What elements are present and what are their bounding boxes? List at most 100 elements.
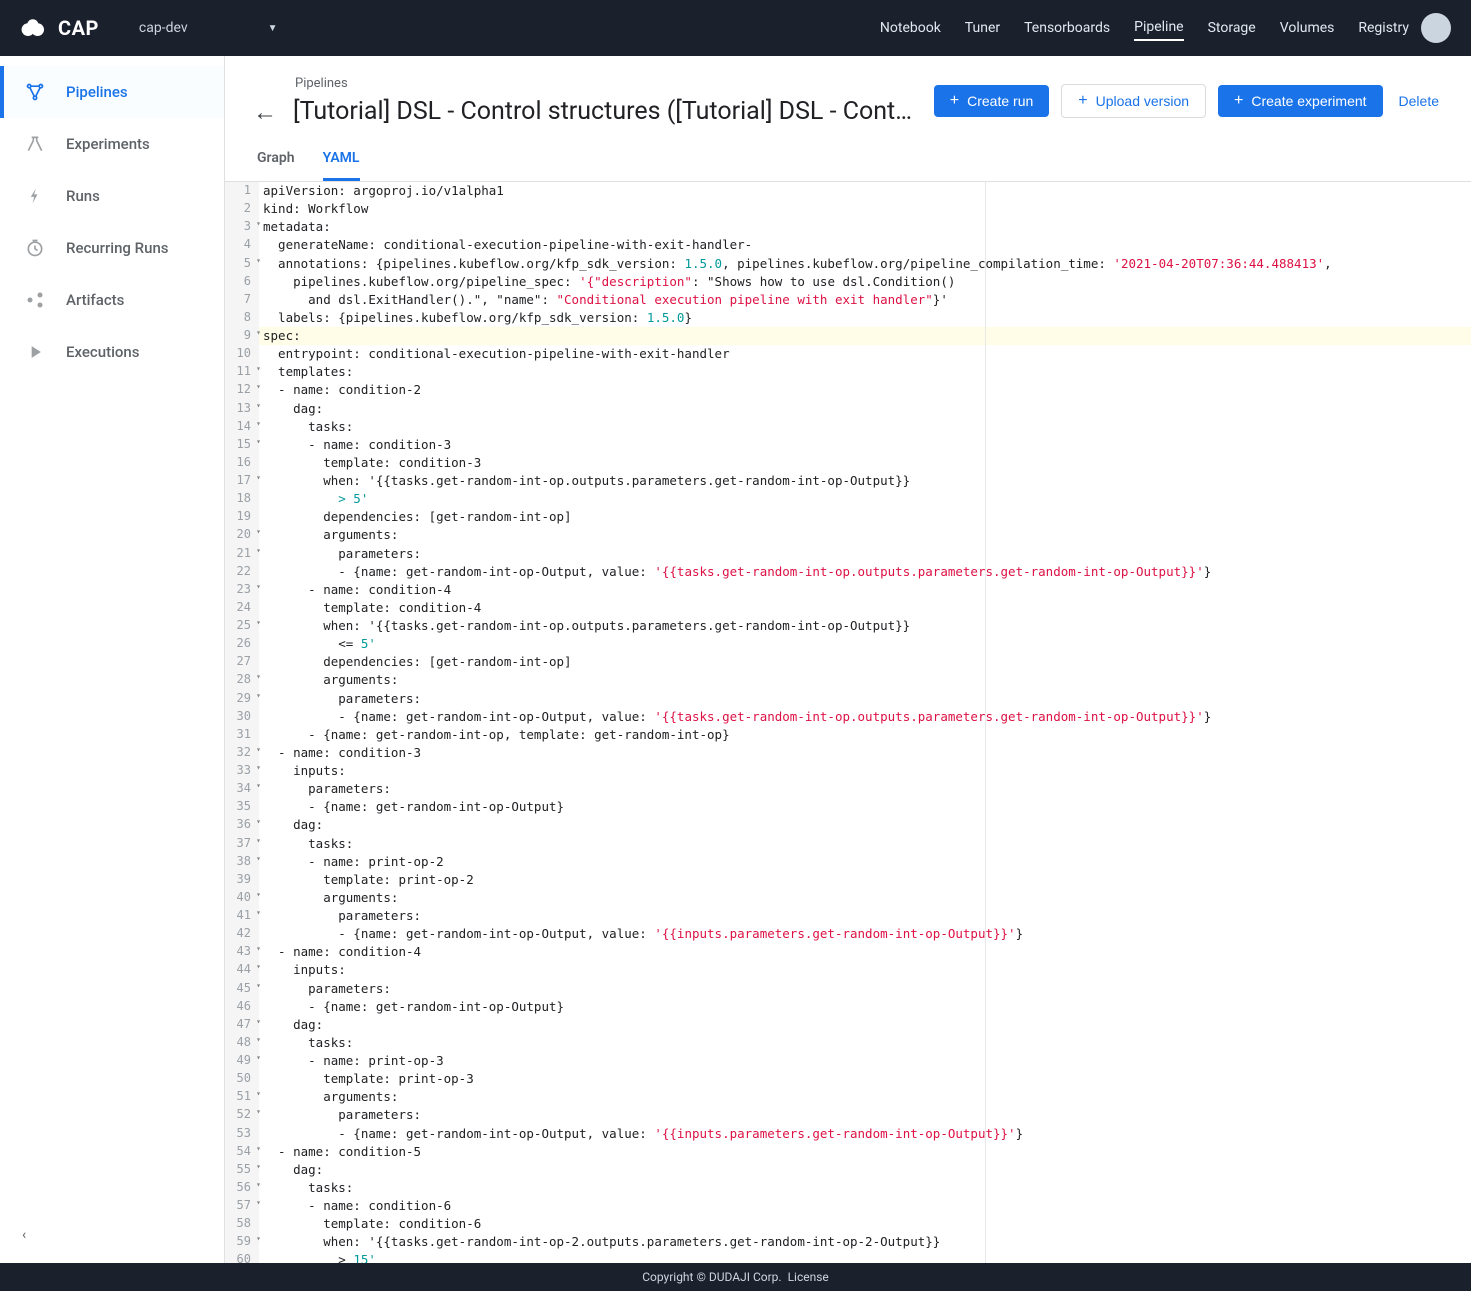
line-number: 36 <box>225 816 259 834</box>
code-line[interactable]: inputs: <box>259 762 1471 780</box>
top-nav-notebook[interactable]: Notebook <box>880 16 941 40</box>
top-nav-volumes[interactable]: Volumes <box>1280 16 1335 40</box>
create-experiment-button[interactable]: +Create experiment <box>1218 85 1383 117</box>
top-nav-tensorboards[interactable]: Tensorboards <box>1024 16 1110 40</box>
code-line[interactable]: parameters: <box>259 907 1471 925</box>
line-number: 12 <box>225 381 259 399</box>
code-line[interactable]: - {name: get-random-int-op-Output, value… <box>259 1125 1471 1143</box>
code-line[interactable]: when: '{{tasks.get-random-int-op-2.outpu… <box>259 1233 1471 1251</box>
code-line[interactable]: inputs: <box>259 961 1471 979</box>
code-line[interactable]: template: condition-3 <box>259 454 1471 472</box>
line-number: 33 <box>225 762 259 780</box>
code-line[interactable]: tasks: <box>259 1179 1471 1197</box>
sidebar-item-runs[interactable]: Runs <box>0 170 224 222</box>
create-run-button[interactable]: +Create run <box>934 85 1050 117</box>
code-line[interactable]: tasks: <box>259 835 1471 853</box>
code-line[interactable]: - {name: get-random-int-op-Output, value… <box>259 708 1471 726</box>
code-line[interactable]: templates: <box>259 363 1471 381</box>
top-nav-tuner[interactable]: Tuner <box>965 16 1000 40</box>
code-line[interactable]: arguments: <box>259 1088 1471 1106</box>
code-line[interactable]: dag: <box>259 1161 1471 1179</box>
code-line[interactable]: - {name: get-random-int-op-Output, value… <box>259 925 1471 943</box>
code-line[interactable]: - name: condition-6 <box>259 1197 1471 1215</box>
code-line[interactable]: <= 5' <box>259 635 1471 653</box>
code-line[interactable]: template: condition-6 <box>259 1215 1471 1233</box>
upload-version-button[interactable]: +Upload version <box>1061 84 1206 118</box>
tab-graph[interactable]: Graph <box>257 150 295 181</box>
code-line[interactable]: and dsl.ExitHandler().", "name": "Condit… <box>259 291 1471 309</box>
code-line[interactable]: spec: <box>259 327 1471 345</box>
editor-ruler <box>985 182 986 1263</box>
line-number: 59 <box>225 1233 259 1251</box>
delete-label: Delete <box>1399 93 1439 109</box>
code-line[interactable]: - name: condition-4 <box>259 943 1471 961</box>
experiment-icon <box>24 133 46 155</box>
footer-license-link[interactable]: License <box>788 1270 829 1284</box>
code-line[interactable]: when: '{{tasks.get-random-int-op.outputs… <box>259 617 1471 635</box>
code-line[interactable]: labels: {pipelines.kubeflow.org/kfp_sdk_… <box>259 309 1471 327</box>
code-line[interactable]: - name: condition-4 <box>259 581 1471 599</box>
top-nav-registry[interactable]: Registry <box>1358 16 1409 40</box>
code-line[interactable]: dag: <box>259 400 1471 418</box>
code-line[interactable]: dag: <box>259 1016 1471 1034</box>
code-line[interactable]: dag: <box>259 816 1471 834</box>
code-line[interactable]: parameters: <box>259 780 1471 798</box>
line-number: 38 <box>225 853 259 871</box>
code-line[interactable]: - name: condition-5 <box>259 1143 1471 1161</box>
code-line[interactable]: arguments: <box>259 889 1471 907</box>
workspace-name[interactable]: cap-dev <box>139 20 188 36</box>
delete-button[interactable]: Delete <box>1395 85 1443 117</box>
line-number: 49 <box>225 1052 259 1070</box>
code-line[interactable]: parameters: <box>259 980 1471 998</box>
code-line[interactable]: kind: Workflow <box>259 200 1471 218</box>
code-line[interactable]: pipelines.kubeflow.org/pipeline_spec: '{… <box>259 273 1471 291</box>
code-line[interactable]: when: '{{tasks.get-random-int-op.outputs… <box>259 472 1471 490</box>
chevron-down-icon[interactable]: ▼ <box>268 23 278 34</box>
code-line[interactable]: - name: condition-3 <box>259 436 1471 454</box>
code-line[interactable]: dependencies: [get-random-int-op] <box>259 508 1471 526</box>
code-line[interactable]: > 5' <box>259 490 1471 508</box>
code-line[interactable]: dependencies: [get-random-int-op] <box>259 653 1471 671</box>
brand-logo[interactable]: CAP <box>20 16 99 40</box>
avatar[interactable] <box>1421 13 1451 43</box>
yaml-editor[interactable]: 1apiVersion: argoproj.io/v1alpha12kind: … <box>225 182 1471 1263</box>
code-line[interactable]: metadata: <box>259 218 1471 236</box>
code-line[interactable]: generateName: conditional-execution-pipe… <box>259 236 1471 254</box>
sidebar-collapse-icon[interactable]: ‹ <box>22 1227 26 1243</box>
breadcrumb[interactable]: Pipelines <box>253 76 922 91</box>
sidebar-item-recurring-runs[interactable]: Recurring Runs <box>0 222 224 274</box>
sidebar-item-pipelines[interactable]: Pipelines <box>0 66 224 118</box>
code-line[interactable]: template: condition-4 <box>259 599 1471 617</box>
sidebar-item-executions[interactable]: Executions <box>0 326 224 378</box>
code-line[interactable]: parameters: <box>259 545 1471 563</box>
code-line[interactable]: annotations: {pipelines.kubeflow.org/kfp… <box>259 255 1471 273</box>
code-line[interactable]: parameters: <box>259 1106 1471 1124</box>
code-line[interactable]: - {name: get-random-int-op, template: ge… <box>259 726 1471 744</box>
line-number: 22 <box>225 563 259 581</box>
top-nav-pipeline[interactable]: Pipeline <box>1134 15 1184 41</box>
code-line[interactable]: - name: condition-3 <box>259 744 1471 762</box>
code-line[interactable]: - name: print-op-3 <box>259 1052 1471 1070</box>
tab-yaml[interactable]: YAML <box>323 150 360 181</box>
code-line[interactable]: arguments: <box>259 671 1471 689</box>
code-line[interactable]: apiVersion: argoproj.io/v1alpha1 <box>259 182 1471 200</box>
code-line[interactable]: - {name: get-random-int-op-Output} <box>259 798 1471 816</box>
code-line[interactable]: template: print-op-2 <box>259 871 1471 889</box>
code-line[interactable]: template: print-op-3 <box>259 1070 1471 1088</box>
code-line[interactable]: entrypoint: conditional-execution-pipeli… <box>259 345 1471 363</box>
code-line[interactable]: - name: condition-2 <box>259 381 1471 399</box>
code-line[interactable]: tasks: <box>259 1034 1471 1052</box>
code-line[interactable]: - {name: get-random-int-op-Output} <box>259 998 1471 1016</box>
top-nav-storage[interactable]: Storage <box>1208 16 1256 40</box>
sidebar-item-artifacts[interactable]: Artifacts <box>0 274 224 326</box>
code-line[interactable]: parameters: <box>259 690 1471 708</box>
code-line[interactable]: - name: print-op-2 <box>259 853 1471 871</box>
code-line[interactable]: - {name: get-random-int-op-Output, value… <box>259 563 1471 581</box>
footer-copyright: Copyright © DUDAJI Corp. <box>642 1270 781 1284</box>
code-line[interactable]: tasks: <box>259 418 1471 436</box>
code-line[interactable]: arguments: <box>259 526 1471 544</box>
sidebar-item-experiments[interactable]: Experiments <box>0 118 224 170</box>
code-line[interactable]: > 15' <box>259 1251 1471 1263</box>
back-arrow-icon[interactable]: ← <box>253 100 277 124</box>
line-number: 9 <box>225 327 259 345</box>
